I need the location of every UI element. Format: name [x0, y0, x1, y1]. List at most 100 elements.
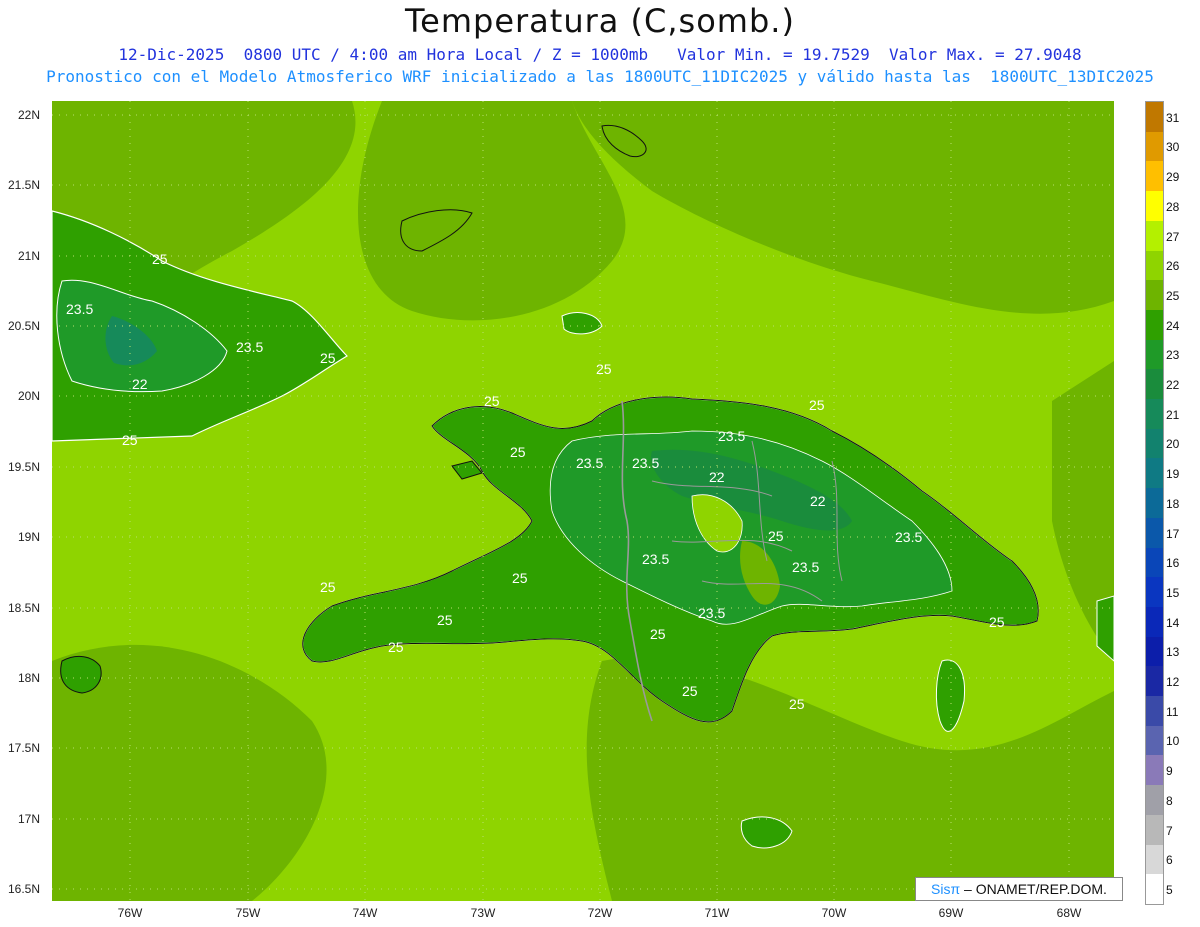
contour-label: 22 [810, 493, 826, 509]
lat-label: 20N [17, 389, 40, 403]
colorbar-label: 23 [1166, 348, 1180, 363]
colorbar-label: 11 [1166, 704, 1179, 719]
colorbar-label: 10 [1166, 734, 1180, 749]
lat-label: 16.5N [7, 882, 40, 896]
colorbar-swatch [1146, 280, 1163, 311]
lat-label: 17.5N [7, 741, 40, 755]
lat-label: 19N [17, 530, 40, 544]
colorbar-swatch [1146, 399, 1163, 430]
colorbar-label: 14 [1166, 615, 1180, 630]
contour-label: 25 [388, 639, 404, 655]
colorbar-label: 6 [1166, 853, 1173, 868]
contour-label: 23.5 [642, 551, 669, 567]
colorbar-swatch [1146, 131, 1163, 162]
lat-label: 22N [17, 108, 40, 122]
colorbar-swatch [1146, 428, 1163, 459]
colorbar-label: 24 [1166, 318, 1180, 333]
colorbar-label: 18 [1166, 496, 1180, 511]
colorbar-label: 27 [1166, 229, 1180, 244]
contour-label: 23.5 [632, 455, 659, 471]
lon-label: 73W [470, 906, 496, 920]
lon-label: 76W [117, 906, 143, 920]
colorbar-swatch [1146, 309, 1163, 341]
credit-box: Sisπ – ONAMET/REP.DOM. [915, 877, 1123, 901]
lon-label: 72W [587, 906, 613, 920]
lon-label: 75W [235, 906, 261, 920]
colorbar-swatch [1146, 102, 1163, 133]
colorbar-label: 12 [1166, 675, 1180, 690]
colorbar-label: 13 [1166, 645, 1180, 660]
lat-label: 19.5N [7, 460, 40, 474]
colorbar-swatch [1146, 339, 1163, 370]
contour-label: 25 [484, 393, 500, 409]
colorbar-swatch [1146, 874, 1163, 905]
credit-text: – ONAMET/REP.DOM. [960, 881, 1107, 897]
contour-label: 22 [132, 376, 148, 392]
contour-label: 25 [320, 579, 336, 595]
lon-label: 74W [352, 906, 378, 920]
contour-label: 23.5 [576, 455, 603, 471]
lon-label: 69W [938, 906, 964, 920]
contour-label: 23.5 [236, 339, 263, 355]
map-title: Temperatura (C,somb.) [405, 2, 795, 40]
contour-label: 23.5 [698, 605, 725, 621]
credit-brand: Sisπ [931, 881, 961, 897]
colorbar-swatch [1146, 250, 1163, 281]
colorbar-label: 16 [1166, 556, 1180, 571]
colorbar-swatch [1146, 488, 1163, 519]
colorbar-label: 17 [1166, 526, 1180, 541]
temperature-map: 25 23.5 22 25 23.5 25 25 25 23.5 23.5 22… [52, 101, 1114, 901]
contour-label: 25 [596, 361, 612, 377]
contour-label: 25 [989, 614, 1005, 630]
lat-label: 21N [17, 249, 40, 263]
colorbar-swatch [1146, 191, 1163, 222]
model-info-line: Pronostico con el Modelo Atmosferico WRF… [46, 67, 1154, 86]
lat-label: 20.5N [7, 319, 40, 333]
colorbar-swatch [1146, 636, 1163, 667]
contour-label: 25 [789, 696, 805, 712]
lat-label: 18N [17, 671, 40, 685]
colorbar-swatch [1146, 844, 1163, 875]
colorbar-label: 29 [1166, 170, 1180, 185]
colorbar-swatch [1146, 785, 1163, 816]
colorbar-swatch [1146, 458, 1163, 489]
contour-label: 25 [320, 350, 336, 366]
colorbar-label: 5 [1166, 883, 1173, 897]
colorbar-swatch [1146, 725, 1163, 756]
colorbar-label: 20 [1166, 437, 1180, 452]
contour-label: 25 [122, 432, 138, 448]
forecast-info-line: 12-Dic-2025 0800 UTC / 4:00 am Hora Loca… [118, 45, 1082, 64]
colorbar-label: 22 [1166, 378, 1180, 393]
colorbar-label: 8 [1166, 793, 1173, 808]
contour-label: 25 [152, 251, 168, 267]
colorbar-swatch [1146, 517, 1163, 549]
lon-label: 68W [1056, 906, 1082, 920]
colorbar-label: 26 [1166, 259, 1180, 274]
colorbar-label: 15 [1166, 585, 1180, 600]
lon-label: 71W [704, 906, 730, 920]
colorbar-label: 7 [1166, 823, 1173, 838]
colorbar-label: 19 [1166, 467, 1180, 482]
contour-label: 25 [650, 626, 666, 642]
contour-label: 25 [768, 528, 784, 544]
lat-label: 17N [17, 812, 40, 826]
colorbar-label: 9 [1166, 764, 1173, 779]
lon-label: 70W [821, 906, 847, 920]
colorbar-swatch [1146, 755, 1163, 786]
colorbar-swatch [1146, 814, 1163, 846]
contour-label: 23.5 [895, 529, 922, 545]
contour-label: 25 [437, 612, 453, 628]
colorbar-swatch [1146, 696, 1163, 727]
colorbar-swatch [1146, 547, 1163, 578]
contour-label: 23.5 [718, 428, 745, 444]
colorbar-swatch [1146, 666, 1163, 697]
contour-label: 25 [510, 444, 526, 460]
contour-label: 25 [682, 683, 698, 699]
colorbar-label: 28 [1166, 199, 1180, 214]
contour-label: 22 [709, 469, 725, 485]
colorbar-label: 21 [1166, 407, 1180, 422]
colorbar-swatch [1146, 161, 1163, 192]
colorbar-label: 30 [1166, 140, 1180, 155]
lat-label: 18.5N [7, 601, 40, 615]
colorbar-label: 25 [1166, 288, 1180, 303]
